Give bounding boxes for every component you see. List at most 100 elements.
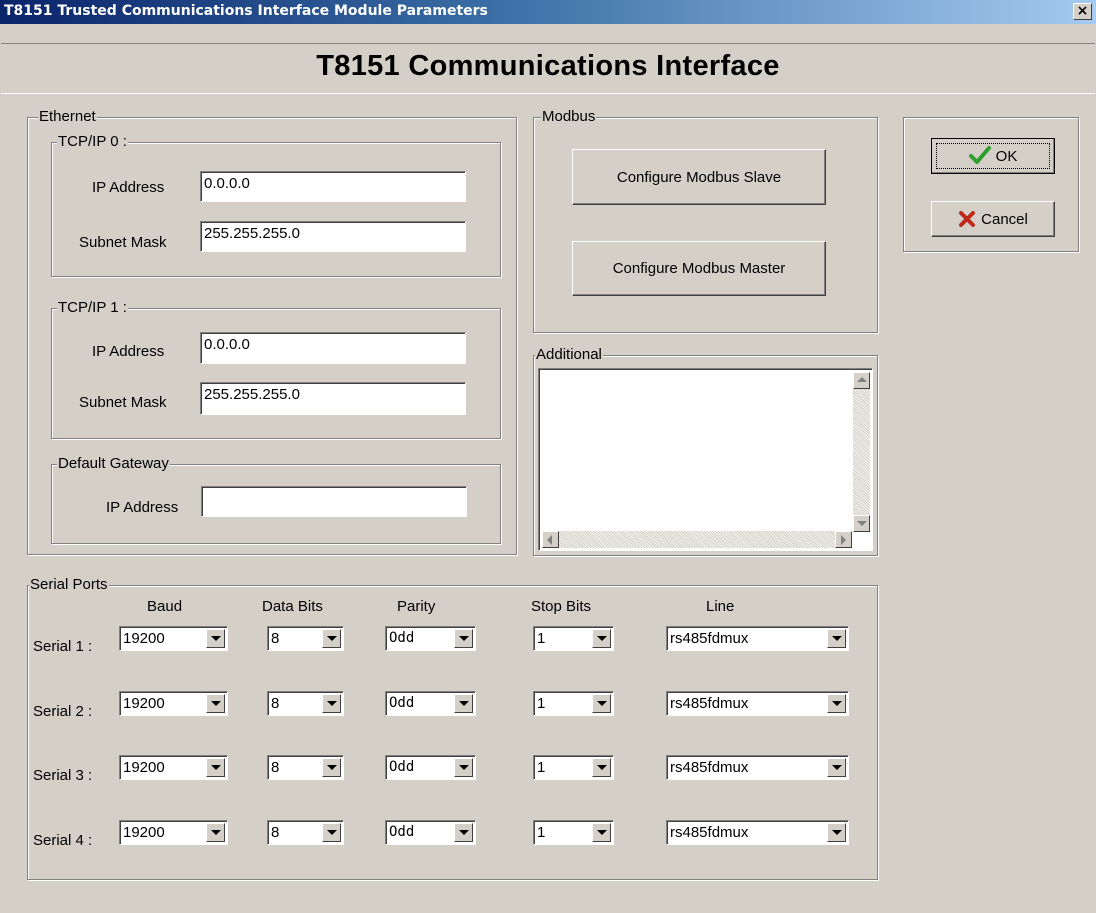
serial-1-baud-value: 19200 [123,630,165,647]
header-panel: T8151 Communications Interface [1,43,1095,94]
tcpip1-ip-address-field[interactable]: 0.0.0.0 [200,332,466,364]
chevron-down-icon[interactable] [827,758,846,777]
serial-3-data-bits-value: 8 [271,759,280,776]
serial-1-parity-value: Odd [389,630,415,646]
serial-3-parity-select[interactable]: Odd [385,755,476,780]
default-gateway-label: Default Gateway [57,455,170,473]
serial-2-line-select[interactable]: rs485fdmux [666,691,849,716]
serial-4-parity-select[interactable]: Odd [385,820,476,845]
tcpip0-label: TCP/IP 0 : [57,133,128,151]
chevron-down-icon[interactable] [592,823,611,842]
serial-4-stop-bits-value: 1 [537,824,546,841]
serial-2-data-bits-select[interactable]: 8 [267,691,344,716]
chevron-down-icon[interactable] [322,629,341,648]
gateway-ip-address-field[interactable] [201,486,467,517]
serial-3-baud-select[interactable]: 19200 [119,755,228,780]
cancel-label: Cancel [981,210,1028,228]
page-title: T8151 Communications Interface [316,50,780,82]
serial-2-baud-select[interactable]: 19200 [119,691,228,716]
chevron-down-icon[interactable] [454,758,473,777]
serial-4-label: Serial 4 : [33,832,93,849]
chevron-down-icon[interactable] [206,629,225,648]
chevron-down-icon[interactable] [827,694,846,713]
tcpip1-label: TCP/IP 1 : [57,299,128,317]
serial-2-parity-select[interactable]: Odd [385,691,476,716]
window-title-bar[interactable]: T8151 Trusted Communications Interface M… [0,0,1096,24]
chevron-down-icon[interactable] [454,629,473,648]
tcpip0-ip-label: IP Address [92,179,165,196]
ethernet-group: Ethernet TCP/IP 0 : IP Address 0.0.0.0 S… [27,108,517,555]
serial-1-stop-bits-value: 1 [537,630,546,647]
chevron-down-icon[interactable] [454,694,473,713]
serial-2-line-value: rs485fdmux [670,695,749,712]
scroll-left-button[interactable] [542,531,559,548]
scroll-down-button[interactable] [853,515,870,532]
window-title: T8151 Trusted Communications Interface M… [4,3,488,19]
tcpip1-mask-label: Subnet Mask [79,394,167,411]
serial-3-stop-bits-select[interactable]: 1 [533,755,614,780]
tcpip0-subnet-mask-field[interactable]: 255.255.255.0 [200,221,466,252]
serial-2-parity-value: Odd [389,695,415,711]
chevron-down-icon[interactable] [592,758,611,777]
serial-1-data-bits-select[interactable]: 8 [267,626,344,651]
serial-4-data-bits-value: 8 [271,824,280,841]
serial-1-data-bits-value: 8 [271,630,280,647]
serial-1-stop-bits-select[interactable]: 1 [533,626,614,651]
serial-1-baud-select[interactable]: 19200 [119,626,228,651]
chevron-down-icon[interactable] [827,629,846,648]
serial-4-baud-select[interactable]: 19200 [119,820,228,845]
modbus-group: Modbus Configure Modbus Slave Configure … [533,108,878,333]
horizontal-scroll-track[interactable] [559,531,835,548]
data-bits-header: Data Bits [262,598,323,615]
serial-1-line-select[interactable]: rs485fdmux [666,626,849,651]
serial-4-baud-value: 19200 [123,824,165,841]
x-icon [959,211,976,227]
serial-3-baud-value: 19200 [123,759,165,776]
tcpip1-subnet-mask-field[interactable]: 255.255.255.0 [200,382,466,415]
chevron-down-icon[interactable] [206,823,225,842]
cancel-button[interactable]: Cancel [931,201,1055,237]
serial-4-data-bits-select[interactable]: 8 [267,820,344,845]
chevron-down-icon[interactable] [322,823,341,842]
serial-2-stop-bits-value: 1 [537,695,546,712]
actions-group: OK Cancel [903,117,1079,252]
serial-3-line-select[interactable]: rs485fdmux [666,755,849,780]
serial-3-data-bits-select[interactable]: 8 [267,755,344,780]
chevron-down-icon[interactable] [322,694,341,713]
chevron-down-icon[interactable] [206,758,225,777]
serial-ports-group: Serial Ports Baud Data Bits Parity Stop … [27,576,878,880]
vertical-scroll-track[interactable] [853,389,870,515]
serial-4-parity-value: Odd [389,824,415,840]
ok-button[interactable]: OK [931,138,1055,174]
additional-group: Additional [533,346,878,556]
close-icon: × [1076,3,1089,19]
chevron-down-icon[interactable] [206,694,225,713]
serial-4-stop-bits-select[interactable]: 1 [533,820,614,845]
configure-modbus-slave-button[interactable]: Configure Modbus Slave [572,149,826,205]
serial-1-label: Serial 1 : [33,638,93,655]
stop-bits-header: Stop Bits [531,598,592,615]
close-button[interactable]: × [1073,3,1092,20]
tcpip0-ip-address-field[interactable]: 0.0.0.0 [200,171,466,202]
serial-4-line-select[interactable]: rs485fdmux [666,820,849,845]
tcpip1-group: TCP/IP 1 : IP Address 0.0.0.0 Subnet Mas… [51,299,501,439]
serial-4-line-value: rs485fdmux [670,824,749,841]
ethernet-group-label: Ethernet [38,108,97,126]
chevron-down-icon[interactable] [592,629,611,648]
serial-3-parity-value: Odd [389,759,415,775]
line-header: Line [706,598,735,615]
scroll-right-button[interactable] [835,531,852,548]
configure-modbus-master-button[interactable]: Configure Modbus Master [572,241,826,296]
tcpip1-ip-label: IP Address [92,343,165,360]
chevron-down-icon[interactable] [827,823,846,842]
chevron-down-icon[interactable] [454,823,473,842]
serial-1-parity-select[interactable]: Odd [385,626,476,651]
chevron-down-icon[interactable] [322,758,341,777]
parity-header: Parity [397,598,436,615]
scroll-up-button[interactable] [853,372,870,389]
additional-text-area[interactable] [538,368,873,551]
additional-group-label: Additional [535,346,603,364]
baud-header: Baud [147,598,183,615]
serial-2-stop-bits-select[interactable]: 1 [533,691,614,716]
chevron-down-icon[interactable] [592,694,611,713]
